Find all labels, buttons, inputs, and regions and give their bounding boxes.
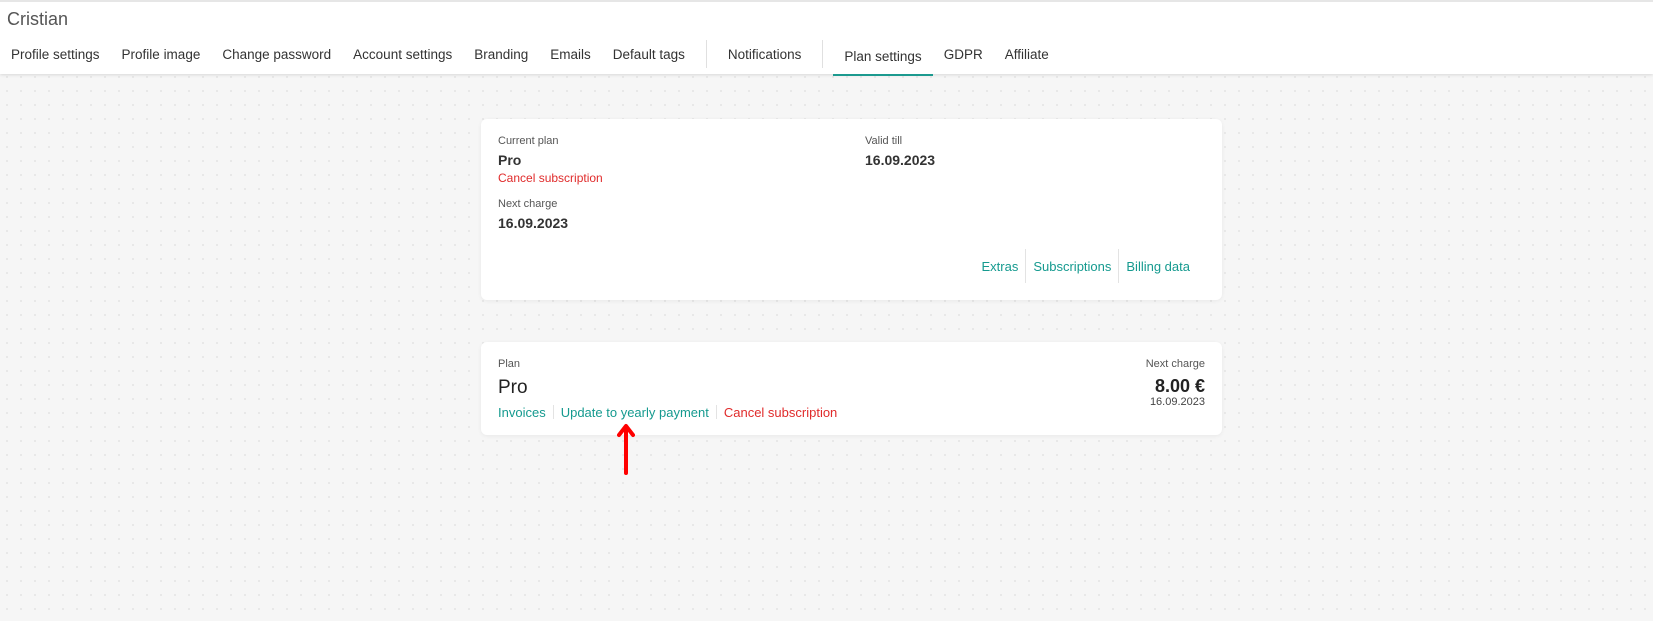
tab-notifications[interactable]: Notifications xyxy=(717,38,813,70)
invoices-link[interactable]: Invoices xyxy=(498,405,546,420)
plan-card: Plan Pro Invoices Update to yearly payme… xyxy=(481,342,1222,435)
current-plan-label: Current plan xyxy=(498,135,559,147)
tab-change-password[interactable]: Change password xyxy=(211,38,342,70)
current-plan-value: Pro xyxy=(498,152,522,168)
next-charge-amount: 8.00 € xyxy=(1154,376,1205,396)
plan-name: Pro xyxy=(498,377,528,398)
arrow-up-icon xyxy=(617,424,635,475)
tab-profile-settings[interactable]: Profile settings xyxy=(0,38,111,70)
tab-branding[interactable]: Branding xyxy=(463,38,539,70)
next-charge-label: Next charge xyxy=(1145,358,1205,370)
valid-till-label: Valid till xyxy=(865,135,903,147)
update-yearly-payment-link[interactable]: Update to yearly payment xyxy=(561,405,709,420)
plan-label: Plan xyxy=(498,358,521,370)
top-bar: Cristian Profile settings Profile image … xyxy=(0,0,1653,76)
tab-divider xyxy=(705,40,707,68)
cancel-subscription-link[interactable]: Cancel subscription xyxy=(498,171,603,185)
next-charge-label: Next charge xyxy=(498,198,558,210)
extras-link[interactable]: Extras xyxy=(975,259,1026,274)
tab-divider xyxy=(822,40,824,68)
subscriptions-link[interactable]: Subscriptions xyxy=(1026,259,1118,274)
link-divider xyxy=(552,405,554,419)
plan-links: Extras Subscriptions Billing data xyxy=(975,249,1198,283)
tab-profile-image[interactable]: Profile image xyxy=(111,38,212,70)
tab-emails[interactable]: Emails xyxy=(539,38,602,70)
billing-data-link[interactable]: Billing data xyxy=(1119,259,1197,274)
user-name: Cristian xyxy=(7,9,69,29)
current-plan-card: Current plan Pro Cancel subscription Nex… xyxy=(481,119,1222,300)
tab-account-settings[interactable]: Account settings xyxy=(342,38,463,70)
tab-gdpr[interactable]: GDPR xyxy=(933,38,994,70)
tab-affiliate[interactable]: Affiliate xyxy=(994,38,1060,70)
tab-plan-settings[interactable]: Plan settings xyxy=(833,38,933,76)
settings-tabs: Profile settings Profile image Change pa… xyxy=(0,38,1060,76)
valid-till-value: 16.09.2023 xyxy=(865,152,936,168)
cancel-subscription-link[interactable]: Cancel subscription xyxy=(724,405,837,420)
tab-default-tags[interactable]: Default tags xyxy=(602,38,696,70)
next-charge-date: 16.09.2023 xyxy=(1149,396,1205,408)
plan-actions: Invoices Update to yearly payment Cancel… xyxy=(498,403,837,421)
link-divider xyxy=(715,405,717,419)
next-charge-value: 16.09.2023 xyxy=(498,215,569,231)
